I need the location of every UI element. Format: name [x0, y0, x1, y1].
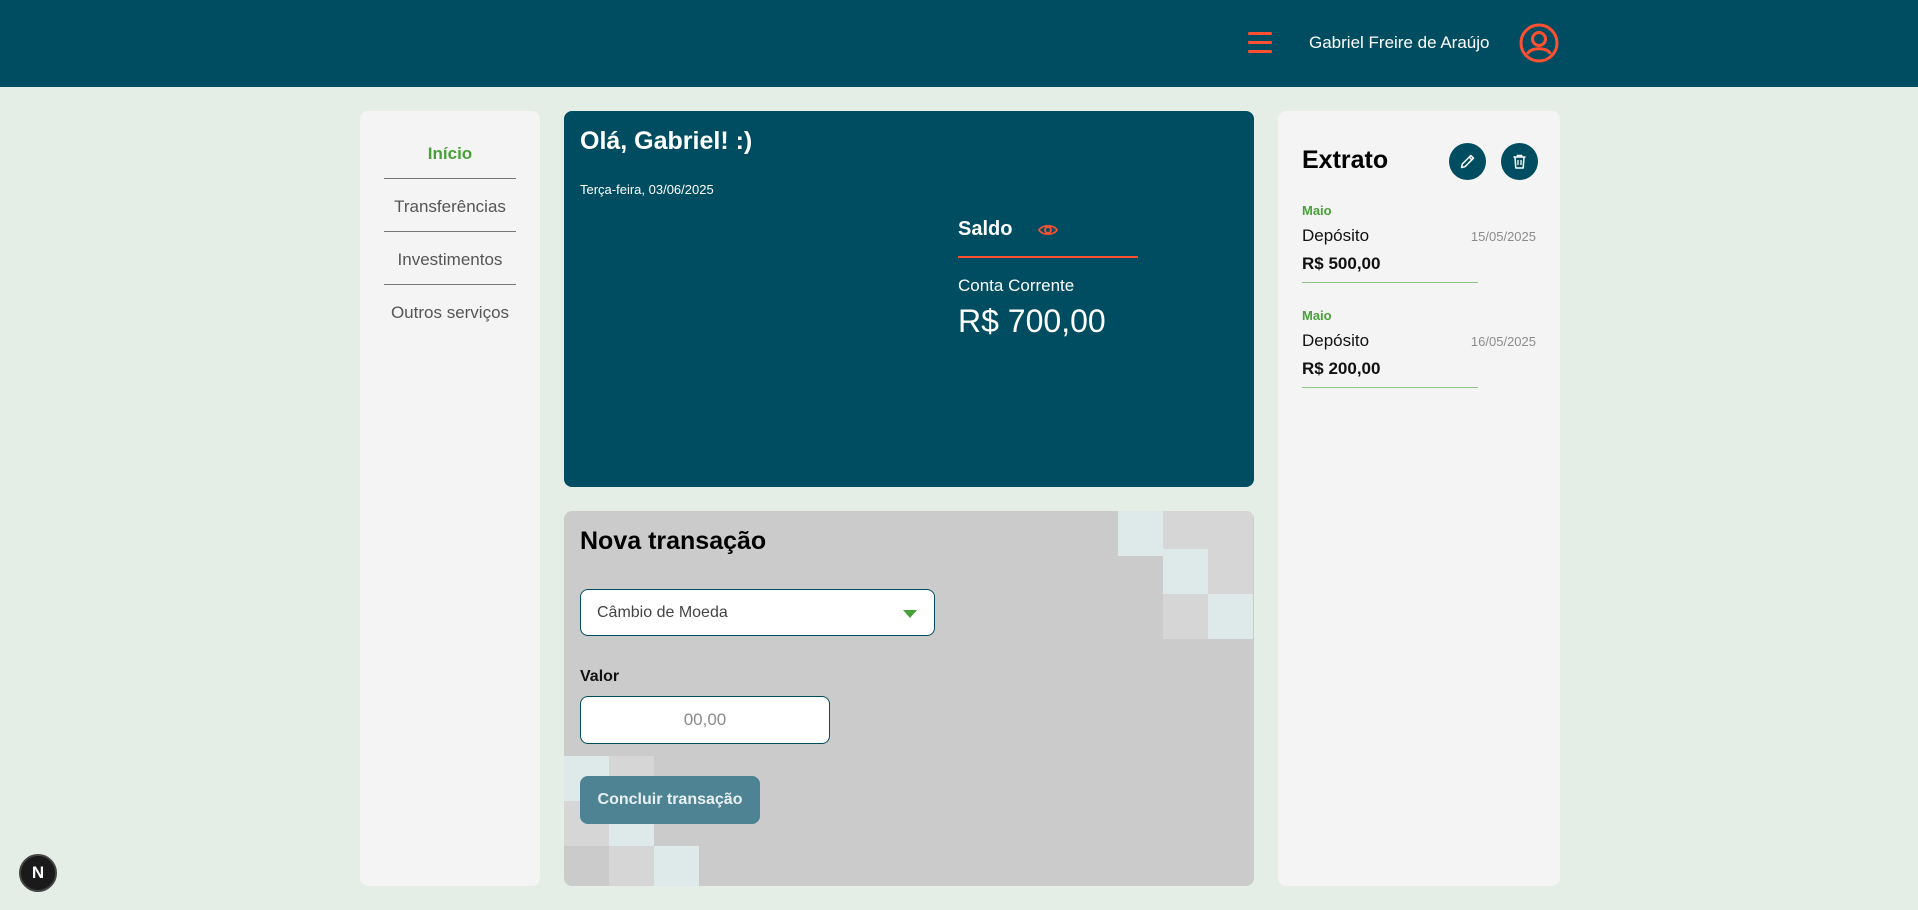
caret-down-icon [903, 610, 917, 618]
hamburger-menu-icon[interactable] [1245, 28, 1275, 58]
sidebar-item-outros-servicos[interactable]: Outros serviços [384, 303, 516, 323]
balance-divider [958, 256, 1138, 258]
transaction-title: Nova transação [580, 527, 767, 555]
decorative-pixel [609, 846, 654, 886]
amount-label: Valor [580, 668, 620, 685]
sidebar-item-investimentos[interactable]: Investimentos [384, 250, 516, 270]
sidebar-item-transferencias[interactable]: Transferências [384, 197, 516, 217]
statement-date: 15/05/2025 [1470, 229, 1536, 244]
decorative-pixel [654, 846, 699, 886]
trash-icon [1513, 154, 1526, 169]
statement-type: Depósito [1302, 226, 1370, 245]
user-avatar-icon[interactable] [1519, 23, 1559, 63]
statement-title: Extrato [1302, 146, 1389, 174]
statement-month: Maio [1302, 203, 1332, 218]
amount-input[interactable] [580, 696, 830, 744]
delete-statement-button[interactable] [1501, 143, 1538, 180]
statement-divider [1302, 282, 1478, 283]
new-transaction-card: Nova transação Câmbio de Moeda Valor Con… [564, 511, 1254, 886]
account-type-label: Conta Corrente [958, 276, 1075, 295]
nav-divider [384, 178, 516, 179]
pencil-icon [1460, 154, 1475, 169]
statement-amount: R$ 500,00 [1302, 254, 1381, 273]
decorative-pixel [1163, 549, 1208, 594]
transaction-type-value: Câmbio de Moeda [597, 604, 728, 621]
submit-transaction-button[interactable]: Concluir transação [580, 776, 760, 824]
decorative-pixel [1118, 511, 1163, 556]
nav-divider [384, 284, 516, 285]
transaction-type-select[interactable]: Câmbio de Moeda [580, 589, 935, 636]
statement-amount: R$ 200,00 [1302, 359, 1381, 378]
statement-panel: Extrato Maio Depósito 15/05/2025 R$ 500,… [1278, 111, 1560, 886]
statement-date: 16/05/2025 [1470, 334, 1536, 349]
decorative-pixel [1208, 594, 1253, 639]
dev-tools-badge[interactable]: N [19, 854, 57, 892]
statement-type: Depósito [1302, 331, 1370, 350]
statement-divider [1302, 387, 1478, 388]
decorative-pixel [1163, 594, 1208, 639]
statement-month: Maio [1302, 308, 1332, 323]
eye-icon[interactable] [1037, 219, 1059, 241]
current-date: Terça-feira, 03/06/2025 [580, 182, 714, 197]
balance-title: Saldo [958, 218, 1013, 240]
user-name: Gabriel Freire de Araújo [1309, 33, 1490, 52]
decorative-pixel [1208, 549, 1253, 594]
account-balance-value: R$ 700,00 [958, 303, 1106, 339]
greeting-title: Olá, Gabriel! :) [580, 127, 753, 155]
top-bar: Gabriel Freire de Araújo [0, 0, 1918, 87]
edit-statement-button[interactable] [1449, 143, 1486, 180]
nav-divider [384, 231, 516, 232]
sidebar-nav: Início Transferências Investimentos Outr… [360, 111, 540, 886]
welcome-card: Olá, Gabriel! :) Terça-feira, 03/06/2025… [564, 111, 1254, 487]
sidebar-item-inicio[interactable]: Início [384, 144, 516, 164]
